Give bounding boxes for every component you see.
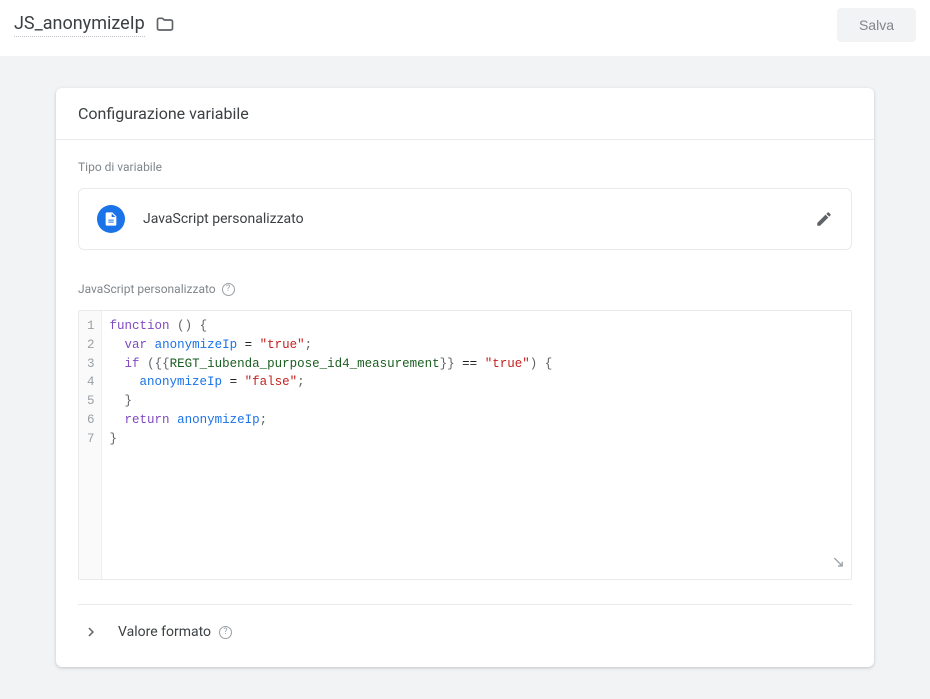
edit-type-icon[interactable] <box>815 210 833 228</box>
code-lines[interactable]: function () { var anonymizeIp = "true"; … <box>102 311 851 579</box>
help-icon[interactable]: ? <box>219 626 232 639</box>
variable-name-input[interactable]: JS_anonymizeIp <box>14 13 145 37</box>
code-editor[interactable]: 1 2 3 4 5 6 7 function () { var anonymiz… <box>78 310 852 580</box>
variable-type-row[interactable]: JavaScript personalizzato <box>78 188 852 250</box>
card-body: Tipo di variabile JavaScript personalizz… <box>56 140 874 667</box>
folder-icon[interactable] <box>155 15 175 35</box>
variable-type-left: JavaScript personalizzato <box>97 205 304 233</box>
chevron-right-icon <box>82 623 100 641</box>
type-section-label: Tipo di variabile <box>78 160 852 174</box>
help-icon[interactable]: ? <box>222 283 235 296</box>
format-value-text: Valore formato <box>118 624 211 640</box>
resize-grip-icon[interactable]: ↘ <box>832 551 845 575</box>
code-section-label: JavaScript personalizzato ? <box>78 282 852 296</box>
code-gutter: 1 2 3 4 5 6 7 <box>79 311 102 579</box>
js-type-icon <box>97 205 125 233</box>
variable-type-name: JavaScript personalizzato <box>143 211 304 227</box>
card-title: Configurazione variabile <box>56 88 874 140</box>
format-value-label: Valore formato ? <box>118 624 232 640</box>
format-value-row[interactable]: Valore formato ? <box>78 605 852 641</box>
canvas-area: Configurazione variabile Tipo di variabi… <box>0 56 930 699</box>
header-left: JS_anonymizeIp <box>14 13 175 37</box>
code-section-label-text: JavaScript personalizzato <box>78 282 216 296</box>
save-button[interactable]: Salva <box>837 8 916 42</box>
top-bar: JS_anonymizeIp Salva <box>0 0 930 56</box>
config-card: Configurazione variabile Tipo di variabi… <box>56 88 874 667</box>
